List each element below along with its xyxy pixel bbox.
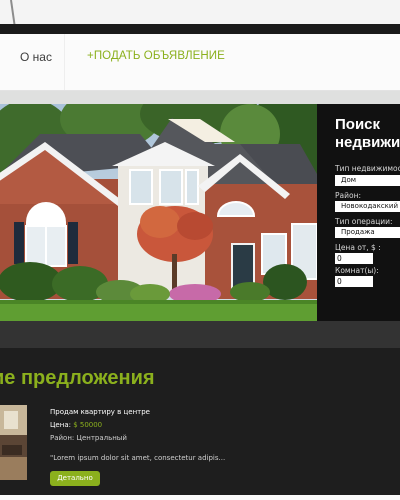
rooms-input[interactable]: 0: [335, 276, 373, 287]
page-bottom-strip: [0, 495, 400, 500]
listing-thumbnail[interactable]: [0, 405, 27, 480]
nav-divider: [64, 34, 65, 90]
price-from-input[interactable]: 0: [335, 253, 373, 264]
operation-type-label: Тип операции:: [335, 217, 393, 226]
property-search-panel: Поиск недвижим Тип недвижимост Дом Район…: [317, 104, 400, 321]
search-panel-title: Поиск недвижим: [335, 116, 400, 151]
hero-bottom-bar: [0, 321, 400, 348]
nav-post-ad-link[interactable]: +ПОДАТЬ ОБЪЯВЛЕНИЕ: [87, 50, 225, 62]
top-navigation: О нас +ПОДАТЬ ОБЪЯВЛЕНИЕ: [0, 34, 400, 91]
section-gap: [0, 91, 400, 104]
operation-type-select[interactable]: Продажа: [335, 227, 400, 238]
listing-description: "Lorem ipsum dolor sit amet, consectetur…: [50, 454, 226, 462]
details-button[interactable]: Детально: [50, 471, 100, 486]
hero-house-image: [0, 104, 317, 321]
listing-district: Район: Центральный: [50, 434, 127, 442]
property-type-label: Тип недвижимост: [335, 164, 400, 173]
property-type-select[interactable]: Дом: [335, 175, 400, 186]
rooms-label: Комнат(ы):: [335, 266, 379, 275]
browser-top-strip: [0, 0, 400, 32]
district-label: Район:: [335, 191, 362, 200]
price-from-label: Цена от, $ :: [335, 243, 381, 252]
district-select[interactable]: Новокодакский: [335, 201, 400, 212]
listing-price-label: Цена:: [50, 421, 71, 429]
offers-heading: ие предложения: [0, 367, 155, 389]
nav-about-link[interactable]: О нас: [20, 50, 52, 64]
header-dark-bar: [0, 24, 400, 34]
listing-title[interactable]: Продам квартиру в центре: [50, 408, 150, 416]
listing-price-value: $ 50000: [70, 421, 103, 429]
listing-price: Цена: $ 50000: [50, 421, 102, 429]
